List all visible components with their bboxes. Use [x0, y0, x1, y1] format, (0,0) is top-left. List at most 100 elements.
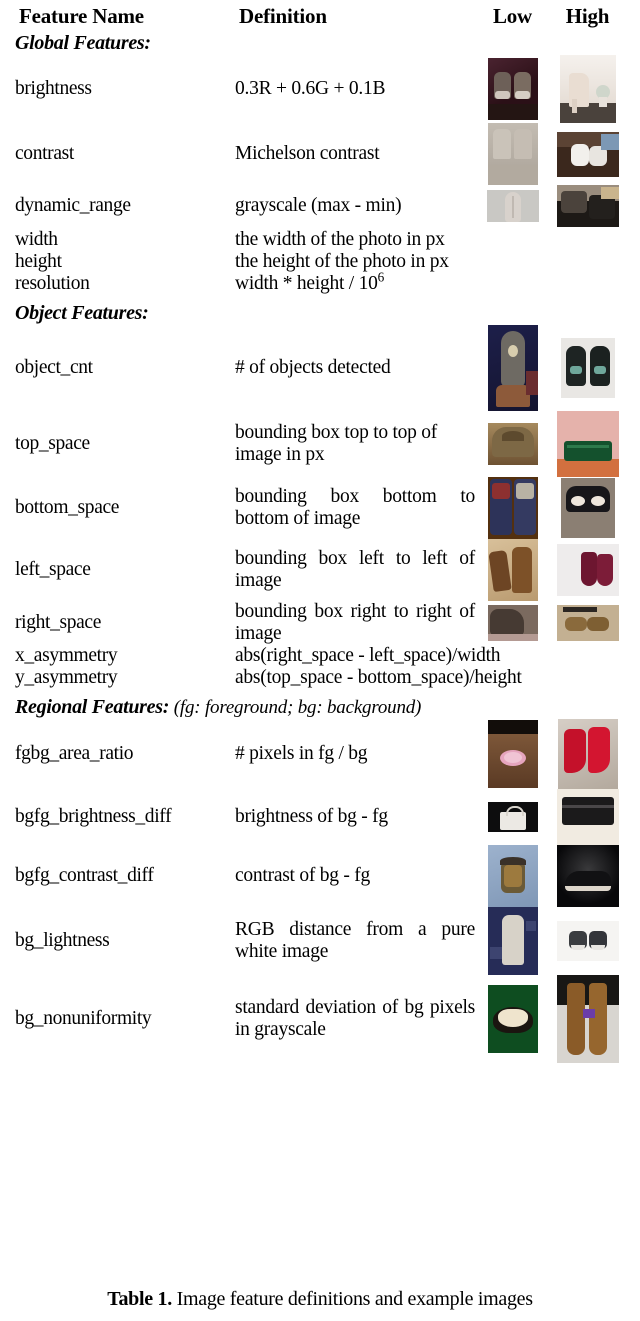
table-row: height the height of the photo in px [15, 251, 625, 273]
table-caption: Table 1. Image feature definitions and e… [15, 1288, 625, 1311]
feature-definition-resolution: width * height / 106 [235, 269, 475, 299]
low-example-fgbg-area-ratio [475, 719, 550, 789]
table-row: object_cnt # of objects detected [15, 325, 625, 412]
low-example-width [475, 227, 550, 251]
feature-definition-brightness: 0.3R + 0.6G + 0.1B [235, 77, 386, 99]
feature-definition-width: the width of the photo in px [235, 229, 445, 250]
feature-definition-bottom-space: bounding box bottom to bottom of image [235, 486, 475, 530]
table-row: top_space bounding box top to top of ima… [15, 411, 625, 478]
high-example-right-space [550, 601, 625, 645]
high-example-top-space [550, 411, 625, 478]
section-header-global-cell: Global Features: [15, 32, 625, 55]
high-example-x-asymmetry [550, 645, 625, 667]
table-row: y_asymmetry abs(top_space - bottom_space… [15, 667, 625, 693]
high-example-left-space [550, 539, 625, 601]
feature-definition-dynamic-range: grayscale (max - min) [235, 194, 402, 216]
low-example-bg-nonuniformity [475, 975, 550, 1063]
resolution-formula-base: width * height / 10 [235, 273, 378, 295]
image-feature-definitions-table: Feature Name Definition Low High Global … [15, 0, 625, 1067]
table-row: width the width of the photo in px [15, 227, 625, 251]
table-bottom-rule [15, 1063, 625, 1067]
feature-definition-y-asymmetry: abs(top_space - bottom_space)/height [235, 667, 522, 689]
high-example-height [550, 251, 625, 273]
column-header-definition: Definition [239, 4, 327, 28]
feature-definition-bg-lightness: RGB distance from a pure white image [235, 919, 475, 963]
section-note-regional: (fg: foreground; bg: background) [173, 697, 422, 719]
feature-name-bgfg-brightness-diff: bgfg_brightness_diff [15, 806, 172, 828]
column-header-low: Low [492, 4, 533, 28]
table-header-row: Feature Name Definition Low High [15, 4, 625, 29]
table-row: resolution width * height / 106 [15, 269, 625, 299]
feature-name-fgbg-area-ratio: fgbg_area_ratio [15, 743, 134, 765]
low-example-left-space [475, 539, 550, 602]
feature-name-right-space: right_space [15, 612, 102, 634]
high-example-dynamic-range [550, 185, 625, 227]
feature-definition-bgfg-contrast-diff: contrast of bg - fg [235, 865, 370, 887]
high-example-resolution [550, 273, 625, 299]
feature-definition-left-space: bounding box left to left of image [235, 548, 475, 592]
section-header-object-cell: Object Features: [15, 302, 625, 325]
feature-definition-height: the height of the photo in px [235, 251, 449, 273]
table-row: bottom_space bounding box bottom to bott… [15, 477, 625, 540]
high-example-y-asymmetry [550, 667, 625, 693]
high-example-brightness [550, 55, 625, 123]
feature-definition-object-cnt: # of objects detected [235, 357, 391, 379]
table-page: Feature Name Definition Low High Global … [0, 0, 640, 1321]
table-row: bgfg_contrast_diff contrast of bg - fg [15, 845, 625, 908]
high-example-object-cnt [550, 325, 625, 411]
feature-name-x-asymmetry: x_asymmetry [15, 645, 118, 667]
feature-definition-bgfg-brightness-diff: brightness of bg - fg [235, 806, 388, 828]
caption-label: Table 1. [107, 1288, 172, 1310]
section-header-regional-cell: Regional Features: (fg: foreground; bg: … [15, 696, 625, 719]
table-row: left_space bounding box left to left of … [15, 539, 625, 602]
high-example-bgfg-contrast-diff [550, 845, 625, 908]
table-row: contrast Michelson contrast [15, 123, 625, 185]
column-header-high: High [565, 4, 610, 28]
table-row: bg_nonuniformity standard deviation of b… [15, 975, 625, 1064]
high-example-bg-lightness [550, 907, 625, 975]
high-example-bgfg-brightness-diff [550, 789, 625, 846]
feature-name-bg-nonuniformity: bg_nonuniformity [15, 1008, 152, 1030]
high-example-fgbg-area-ratio [550, 719, 625, 790]
low-example-right-space [475, 601, 550, 645]
high-example-bottom-space [550, 477, 625, 539]
caption-text: Image feature definitions and example im… [171, 1288, 533, 1310]
low-example-brightness [475, 55, 550, 123]
table-row: bg_lightness RGB distance from a pure wh… [15, 907, 625, 976]
high-example-bg-nonuniformity [550, 975, 625, 1064]
low-example-bottom-space [475, 477, 550, 540]
resolution-formula-exponent: 6 [377, 269, 385, 285]
table-row: bgfg_brightness_diff brightness of bg - … [15, 789, 625, 846]
section-header-global: Global Features: [15, 32, 625, 55]
low-example-bgfg-brightness-diff [475, 789, 550, 845]
section-header-regional: Regional Features: (fg: foreground; bg: … [15, 696, 625, 719]
low-example-dynamic-range [475, 185, 550, 227]
low-example-bg-lightness [475, 907, 550, 976]
feature-name-dynamic-range: dynamic_range [15, 195, 131, 216]
feature-name-bottom-space: bottom_space [15, 497, 120, 519]
low-example-bgfg-contrast-diff [475, 845, 550, 908]
feature-table-container: Feature Name Definition Low High Global … [15, 0, 625, 1067]
feature-definition-fgbg-area-ratio: # pixels in fg / bg [235, 743, 368, 765]
feature-name-y-asymmetry: y_asymmetry [15, 667, 118, 689]
table-row: fgbg_area_ratio # pixels in fg / bg [15, 719, 625, 790]
feature-name-contrast: contrast [15, 143, 74, 164]
table-row: dynamic_range grayscale (max - min) [15, 185, 625, 227]
high-example-contrast [550, 123, 625, 185]
feature-name-object-cnt: object_cnt [15, 357, 93, 379]
low-example-height [475, 251, 550, 273]
low-example-resolution [475, 273, 550, 299]
section-header-object: Object Features: [15, 302, 625, 325]
feature-definition-top-space: bounding box top to top of image in px [235, 422, 438, 466]
table-row: right_space bounding box right to right … [15, 601, 625, 645]
feature-name-bg-lightness: bg_lightness [15, 930, 110, 952]
feature-name-left-space: left_space [15, 559, 91, 581]
column-header-feature-name: Feature Name [19, 4, 144, 28]
table-row: brightness 0.3R + 0.6G + 0.1B [15, 55, 625, 123]
high-example-width [550, 227, 625, 251]
feature-definition-bg-nonuniformity: standard deviation of bg pixels in grays… [235, 997, 475, 1041]
feature-name-width: width [15, 229, 58, 251]
feature-name-bgfg-contrast-diff: bgfg_contrast_diff [15, 865, 154, 887]
table-bottom-rule-row [15, 1063, 625, 1067]
section-title-regional: Regional Features: [15, 696, 170, 719]
